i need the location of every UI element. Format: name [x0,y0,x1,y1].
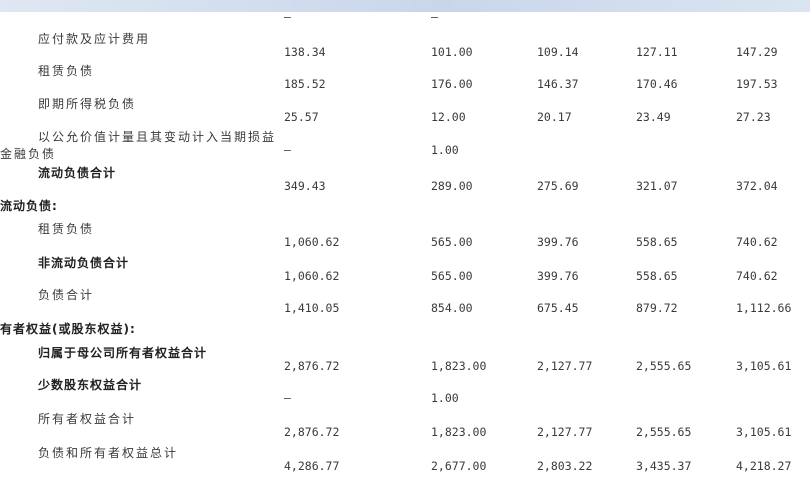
value-cell: 740.62 [736,235,778,249]
value-cell: 2,803.22 [537,459,593,473]
value-cell: 275.69 [537,179,579,193]
value-cell: 372.04 [736,179,778,193]
footer-cutoff [0,478,810,484]
value-cell: 23.49 [636,110,671,124]
value-cell: 3,105.61 [736,359,792,373]
value-cell: 349.43 [284,179,326,193]
value-cell: 197.53 [736,77,778,91]
value-cell: 185.52 [284,77,326,91]
value-cell: 565.00 [431,269,473,283]
value-cell: 399.76 [537,235,579,249]
table-row: 租赁负债 185.52 176.00 146.37 170.46 197.53 [0,64,810,92]
value-cell: 3,435.37 [636,459,692,473]
value-cell: 1,060.62 [284,269,340,283]
value-cell: 675.45 [537,301,579,315]
table-row: 流动负债合计 349.43 289.00 275.69 321.07 372.04 [0,166,810,194]
row-label: 租赁负债 [38,64,95,78]
value-cell: 176.00 [431,77,473,91]
value-cell: 740.62 [736,269,778,283]
table-row: 负债和所有者权益总计 4,286.77 2,677.00 2,803.22 3,435.… [0,446,810,474]
top-dash-col1: – [284,10,291,24]
row-label: 负债和所有者权益总计 [38,446,179,460]
value-cell: 558.65 [636,235,678,249]
table-row: 非流动负债合计 1,060.62 565.00 399.76 558.65 740.62 [0,256,810,284]
value-cell: 1,823.00 [431,425,487,439]
value-cell: 2,555.65 [636,425,692,439]
row-label: 流动负债: [0,199,58,213]
value-cell: 1,410.05 [284,301,340,315]
row-label: 有者权益(或股东权益): [0,322,136,336]
value-cell: 146.37 [537,77,579,91]
top-dash-col2: – [431,10,438,24]
row-label: 以公允价值计量且其变动计入当期损益 [38,130,277,144]
value-cell: 101.00 [431,45,473,59]
value-cell: – [284,391,291,405]
row-label-continuation: 金融负债 [0,147,57,161]
value-cell: 321.07 [636,179,678,193]
row-label: 即期所得税负债 [38,97,137,111]
table-row: 少数股东权益合计 – 1.00 [0,378,810,406]
value-cell: 138.34 [284,45,326,59]
value-cell: 1,823.00 [431,359,487,373]
value-cell: 2,677.00 [431,459,487,473]
value-cell: 20.17 [537,110,572,124]
row-label: 租赁负债 [38,222,95,236]
value-cell: 399.76 [537,269,579,283]
value-cell: 170.46 [636,77,678,91]
row-label: 所有者权益合计 [38,412,137,426]
row-label: 非流动负债合计 [38,256,130,270]
value-cell: 854.00 [431,301,473,315]
row-label: 归属于母公司所有者权益合计 [38,346,208,360]
row-label: 少数股东权益合计 [38,378,143,392]
value-cell: 879.72 [636,301,678,315]
value-cell: 27.23 [736,110,771,124]
table-row: 归属于母公司所有者权益合计 2,876.72 1,823.00 2,127.77 2,5… [0,346,810,374]
value-cell: 12.00 [431,110,466,124]
value-cell: 1.00 [431,143,459,157]
value-cell: 2,876.72 [284,359,340,373]
table-row: 所有者权益合计 2,876.72 1,823.00 2,127.77 2,555.65 3… [0,412,810,440]
value-cell: 4,218.27 [736,459,792,473]
value-cell: 127.11 [636,45,678,59]
table-row: 租赁负债 1,060.62 565.00 399.76 558.65 740.62 [0,222,810,250]
value-cell: 1,060.62 [284,235,340,249]
top-header-band [0,0,810,12]
value-cell: 1.00 [431,391,459,405]
value-cell: 558.65 [636,269,678,283]
row-label: 流动负债合计 [38,166,117,180]
value-cell: – [284,143,291,157]
value-cell: 289.00 [431,179,473,193]
table-row: 以公允价值计量且其变动计入当期损益金融负债 – 1.00 [0,130,810,161]
value-cell: 25.57 [284,110,319,124]
table-row: 负债合计 1,410.05 854.00 675.45 879.72 1,112.66 [0,288,810,316]
row-label: 负债合计 [38,288,95,302]
row-label: 应付款及应计费用 [38,32,151,46]
value-cell: 2,127.77 [537,359,593,373]
value-cell: 1,112.66 [736,301,792,315]
table-row: 应付款及应计费用 138.34 101.00 109.14 127.11 147.29 [0,32,810,60]
table-row: 即期所得税负债 25.57 12.00 20.17 23.49 27.23 [0,97,810,125]
value-cell: 2,876.72 [284,425,340,439]
value-cell: 3,105.61 [736,425,792,439]
value-cell: 4,286.77 [284,459,340,473]
value-cell: 109.14 [537,45,579,59]
value-cell: 2,555.65 [636,359,692,373]
value-cell: 147.29 [736,45,778,59]
value-cell: 2,127.77 [537,425,593,439]
value-cell: 565.00 [431,235,473,249]
